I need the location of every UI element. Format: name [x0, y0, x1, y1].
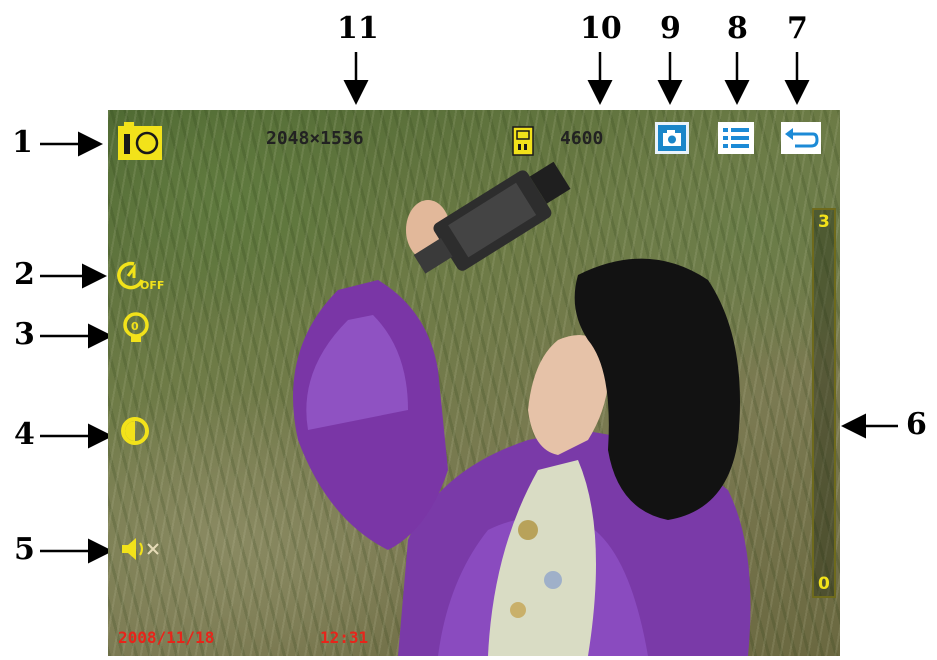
time-stamp: 12:31: [320, 628, 369, 647]
viewfinder-screen[interactable]: 2048×1536 4600 OFF 0 3 0 2008/11/18 12:3…: [108, 110, 840, 656]
scene-photo: [293, 161, 751, 656]
flash-icon[interactable]: 0: [122, 312, 150, 348]
self-timer-off-icon[interactable]: OFF: [114, 258, 168, 294]
resolution-readout: 2048×1536: [266, 128, 364, 149]
zoom-min-label: 0: [818, 574, 830, 594]
remaining-shots-readout: 4600: [560, 128, 604, 149]
camera-capture-icon[interactable]: [655, 122, 689, 154]
zoom-max-label: 3: [818, 212, 830, 232]
date-stamp: 2008/11/18: [118, 628, 215, 647]
zoom-bar[interactable]: 3 0: [812, 208, 836, 598]
sound-muted-icon[interactable]: [118, 534, 166, 564]
svg-text:0: 0: [131, 320, 139, 333]
memory-card-icon: [512, 126, 534, 156]
menu-list-icon[interactable]: [718, 122, 754, 154]
back-return-icon[interactable]: [781, 122, 821, 154]
exposure-contrast-icon[interactable]: [120, 416, 150, 446]
svg-text:OFF: OFF: [140, 279, 164, 292]
camera-mode-icon[interactable]: [118, 122, 162, 162]
